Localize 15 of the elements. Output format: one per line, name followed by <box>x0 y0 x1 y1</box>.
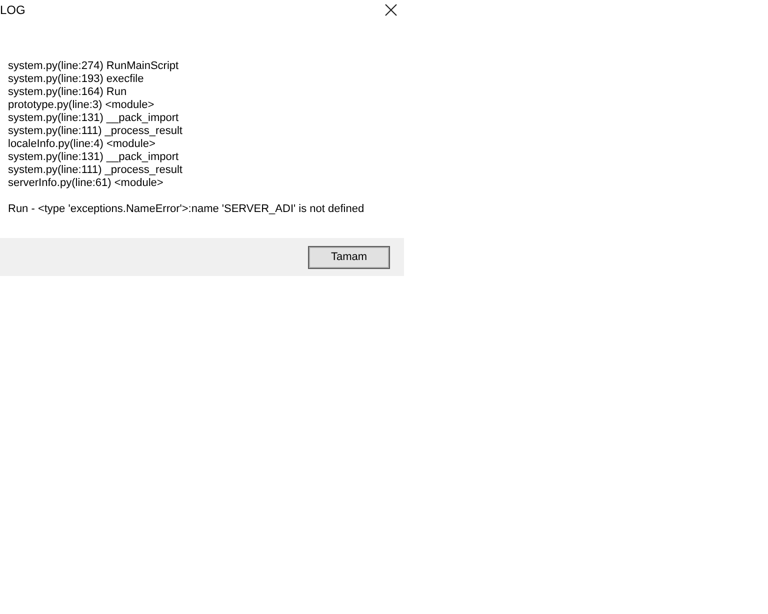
traceback-line: serverInfo.py(line:61) <module> <box>8 177 164 190</box>
traceback-line: system.py(line:111) _process_result <box>8 164 184 177</box>
traceback-line: system.py(line:164) Run <box>8 86 128 99</box>
traceback-line: system.py(line:193) execfile <box>8 73 145 86</box>
window-title: LOG <box>0 3 26 17</box>
traceback-line: system.py(line:131) __pack_import <box>8 112 180 125</box>
traceback-line: system.py(line:274) RunMainScript <box>8 60 180 73</box>
error-message: Run - <type 'exceptions.NameError'>:name 'SERVER_ADI' is not defined <box>8 203 366 216</box>
close-button[interactable] <box>384 3 398 17</box>
traceback-line: system.py(line:131) __pack_import <box>8 151 180 164</box>
traceback-line: prototype.py(line:3) <module> <box>8 99 156 112</box>
close-icon <box>385 4 397 16</box>
traceback-line: system.py(line:111) _process_result <box>8 125 184 138</box>
traceback-line: localeInfo.py(line:4) <module> <box>8 138 156 151</box>
ok-button[interactable]: Tamam <box>308 246 390 268</box>
